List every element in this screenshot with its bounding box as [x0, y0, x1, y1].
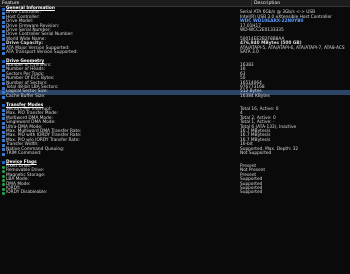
drive-info-table: Feature Description General Information D… [0, 0, 350, 274]
property-icon [2, 130, 5, 134]
row-value: Supported [240, 190, 263, 196]
property-icon [2, 42, 5, 46]
row-value: Not Supported [240, 150, 272, 156]
property-icon [2, 86, 5, 90]
row-value: SATA 3.0 [240, 49, 259, 55]
property-icon [2, 139, 5, 143]
property-icon [2, 34, 5, 38]
table-row[interactable]: TRIM Command: Not Supported [0, 150, 350, 156]
property-icon [2, 148, 5, 152]
property-icon [2, 77, 5, 81]
flag-icon [2, 178, 5, 182]
property-icon [2, 38, 5, 42]
property-icon [2, 25, 5, 29]
property-icon [2, 73, 5, 77]
flag-icon [2, 174, 5, 178]
property-icon [2, 29, 5, 33]
property-icon [2, 143, 5, 147]
flag-icon [2, 165, 5, 169]
flag-icon [2, 170, 5, 174]
table-row[interactable]: Cache Buffer Size: 16384 KBytes [0, 93, 350, 99]
property-icon [2, 108, 5, 112]
section-icon [2, 161, 6, 165]
property-icon [2, 152, 5, 156]
row-label: ATA Transport Version Supported: [6, 49, 78, 55]
table-row[interactable]: IORDY Disableable: Supported [0, 190, 350, 196]
flag-icon [2, 192, 5, 196]
property-icon [2, 20, 5, 24]
property-icon [2, 69, 5, 73]
section-icon [2, 104, 6, 108]
row-value: 16384 KBytes [240, 93, 270, 99]
property-icon [2, 95, 5, 99]
table-body: General Information Drive Controller: Seri… [0, 6, 350, 196]
flag-icon [2, 187, 5, 191]
property-icon [2, 121, 5, 125]
property-icon [2, 64, 5, 68]
property-icon [2, 51, 5, 55]
row-label: TRIM Command: [6, 150, 42, 156]
header-description[interactable]: Description [254, 0, 280, 7]
property-icon [2, 113, 5, 117]
property-icon [2, 126, 5, 130]
property-icon [2, 117, 5, 121]
row-label: Cache Buffer Size: [6, 93, 46, 99]
property-icon [2, 82, 5, 86]
table-row[interactable]: ATA Transport Version Supported: SATA 3.0 [0, 49, 350, 55]
property-icon [2, 91, 5, 95]
header-separator[interactable] [251, 0, 252, 7]
property-icon [2, 47, 5, 51]
section-icon [2, 7, 6, 11]
section-icon [2, 60, 6, 64]
flag-icon [2, 183, 5, 187]
property-icon [2, 12, 5, 16]
property-icon [2, 16, 5, 20]
property-icon [2, 135, 5, 139]
row-label: IORDY Disableable: [6, 190, 48, 196]
